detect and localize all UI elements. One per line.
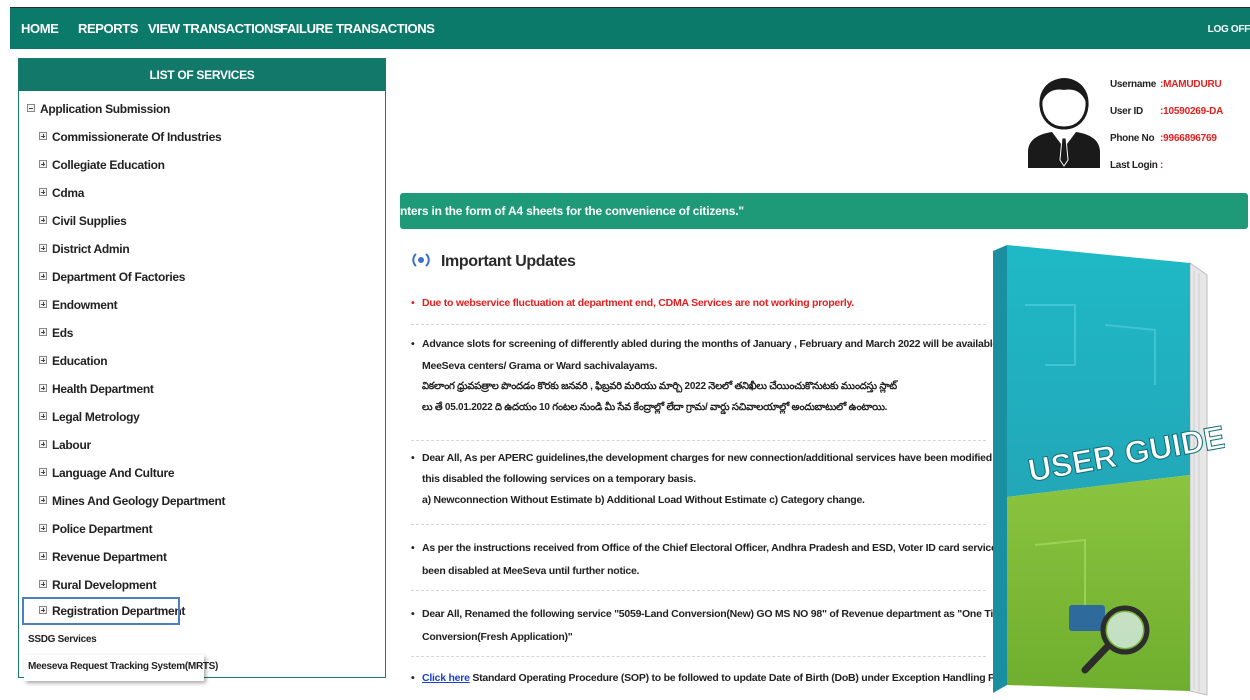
mrts-link[interactable]: Meeseva Request Tracking System(MRTS) — [28, 661, 218, 672]
expand-icon[interactable] — [39, 496, 47, 504]
update-item: • Dear All, Renamed the following service… — [411, 608, 1008, 643]
service-item[interactable]: Police Department — [39, 522, 153, 536]
bullet-icon: • — [411, 672, 415, 684]
services-panel: LIST OF SERVICES Application Submission … — [18, 58, 386, 678]
service-item[interactable]: Commissionerate Of Industries — [39, 130, 222, 144]
lastlogin-value: : — [1160, 160, 1164, 171]
nav-home[interactable]: HOME — [21, 21, 59, 36]
expand-icon[interactable] — [39, 244, 47, 252]
service-item[interactable]: Legal Metrology — [39, 410, 140, 424]
service-item[interactable]: Civil Supplies — [39, 214, 127, 228]
username-label: Username — [1110, 79, 1156, 90]
service-item[interactable]: Labour — [39, 438, 91, 452]
user-guide-book[interactable]: USER GUIDE — [985, 245, 1225, 700]
expand-icon[interactable] — [39, 188, 47, 196]
bullet-icon: • — [411, 338, 415, 350]
service-item[interactable]: Cdma — [39, 186, 84, 200]
divider — [411, 656, 986, 657]
divider — [411, 324, 986, 325]
service-item[interactable]: Mines And Geology Department — [39, 494, 225, 508]
expand-icon[interactable] — [39, 524, 47, 532]
phone-value: :9966896769 — [1160, 133, 1217, 144]
expand-icon[interactable] — [39, 328, 47, 336]
bullet-icon: • — [411, 542, 415, 554]
announcement-marquee: nters in the form of A4 sheets for the c… — [400, 193, 1248, 229]
update-item: • Advance slots for screening of differen… — [411, 338, 1010, 413]
divider — [411, 590, 986, 591]
update-item: • Click here Standard Operating Procedure… — [411, 670, 1030, 687]
nav-view-transactions[interactable]: VIEW TRANSACTIONS — [148, 21, 282, 36]
bullet-icon: • — [411, 608, 415, 620]
divider — [411, 524, 986, 525]
logoff-link[interactable]: LOG OFF — [1208, 24, 1250, 35]
service-item[interactable]: Endowment — [39, 298, 118, 312]
service-item[interactable]: Collegiate Education — [39, 158, 165, 172]
expand-icon[interactable] — [39, 440, 47, 448]
expand-icon[interactable] — [39, 384, 47, 392]
click-here-link[interactable]: Click here — [422, 672, 470, 684]
expand-icon[interactable] — [39, 160, 47, 168]
nav-reports[interactable]: REPORTS — [78, 21, 138, 36]
update-item: • As per the instructions received from O… — [411, 542, 1028, 577]
expand-icon[interactable] — [39, 132, 47, 140]
userid-value: :10590269-DA — [1160, 106, 1224, 117]
service-item[interactable]: Health Department — [39, 382, 154, 396]
service-item[interactable]: District Admin — [39, 242, 130, 256]
nav-failure-transactions[interactable]: FAILURE TRANSACTIONS — [280, 21, 435, 36]
service-item[interactable]: Rural Development — [39, 578, 157, 592]
service-item[interactable]: Language And Culture — [39, 466, 175, 480]
bullet-icon: • — [411, 297, 415, 309]
lastlogin-label: Last Login — [1110, 160, 1158, 171]
expand-icon[interactable] — [39, 412, 47, 420]
service-item[interactable]: Department Of Factories — [39, 270, 185, 284]
username-value: :MAMUDURU — [1160, 79, 1222, 90]
broadcast-icon — [412, 253, 430, 267]
selected-highlight — [22, 597, 180, 625]
collapse-icon[interactable] — [27, 104, 35, 112]
expand-icon[interactable] — [39, 580, 47, 588]
divider — [411, 440, 986, 441]
expand-icon[interactable] — [39, 272, 47, 280]
services-header: LIST OF SERVICES — [19, 59, 385, 91]
service-group-application-submission[interactable]: Application Submission — [27, 102, 170, 116]
bullet-icon: • — [411, 452, 415, 464]
updates-title: Important Updates — [441, 253, 576, 270]
top-navigation-bar: HOME REPORTS VIEW TRANSACTIONS FAILURE T… — [10, 7, 1250, 49]
expand-icon[interactable] — [39, 300, 47, 308]
expand-icon[interactable] — [39, 552, 47, 560]
expand-icon[interactable] — [39, 468, 47, 476]
expand-icon[interactable] — [39, 356, 47, 364]
userid-label: User ID — [1110, 106, 1143, 117]
update-item: • Due to webservice fluctuation at depart… — [411, 295, 991, 312]
update-item: • Dear All, As per APERC guidelines,the d… — [411, 452, 1025, 506]
expand-icon[interactable] — [39, 216, 47, 224]
service-item[interactable]: Eds — [39, 326, 73, 340]
service-item[interactable]: Revenue Department — [39, 550, 167, 564]
ssdg-services-link[interactable]: SSDG Services — [28, 634, 97, 645]
phone-label: Phone No — [1110, 133, 1155, 144]
service-item[interactable]: Education — [39, 354, 108, 368]
user-avatar-icon — [1028, 78, 1100, 168]
